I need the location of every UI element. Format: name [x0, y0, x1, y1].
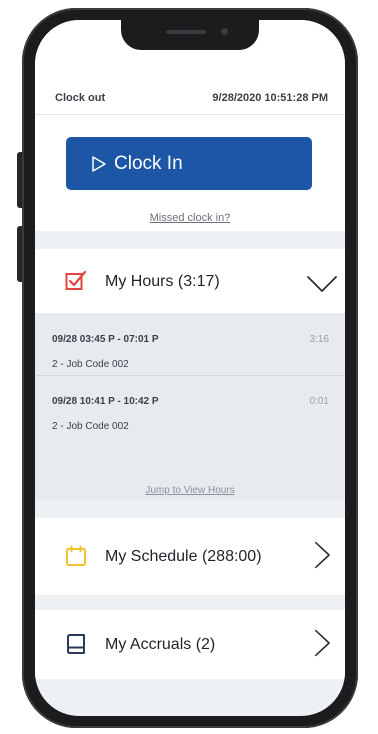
chevron-right-icon[interactable]	[307, 628, 337, 658]
divider	[35, 375, 345, 376]
chevron-right-icon[interactable]	[307, 540, 337, 570]
app-screen: Clock out 9/28/2020 10:51:28 PM Clock In…	[35, 20, 345, 716]
phone-frame: Clock out 9/28/2020 10:51:28 PM Clock In…	[22, 8, 358, 728]
entry-job-code: 2 - Job Code 002	[52, 359, 129, 370]
my-hours-title: My Hours (3:17)	[105, 273, 220, 290]
clock-in-label: Clock In	[114, 152, 183, 174]
divider	[35, 114, 345, 115]
speaker	[166, 30, 206, 34]
my-accruals-title: My Accruals (2)	[105, 636, 216, 653]
checkbox-icon	[65, 270, 87, 290]
chevron-down-icon[interactable]	[305, 268, 339, 298]
entry-job-code: 2 - Job Code 002	[52, 421, 129, 432]
current-datetime: 9/28/2020 10:51:28 PM	[212, 92, 328, 104]
jump-to-view-hours-link[interactable]: Jump to View Hours	[35, 485, 345, 496]
my-schedule-row[interactable]: My Schedule (288:00)	[35, 518, 345, 595]
list-item[interactable]: 09/28 10:41 P - 10:42 P 2 - Job Code 002…	[35, 377, 345, 437]
my-schedule-title: My Schedule (288:00)	[105, 548, 262, 565]
status-row: Clock out 9/28/2020 10:51:28 PM	[55, 90, 328, 106]
clock-status-label: Clock out	[55, 92, 106, 104]
my-hours-header[interactable]: My Hours (3:17)	[35, 249, 345, 313]
clock-in-button[interactable]: Clock In	[66, 137, 312, 190]
book-icon	[67, 634, 85, 654]
hours-entries: 09/28 03:45 P - 07:01 P 2 - Job Code 002…	[35, 313, 345, 501]
front-camera	[221, 28, 228, 35]
entry-time-range: 09/28 03:45 P - 07:01 P	[52, 334, 159, 345]
play-outline-icon	[92, 155, 106, 172]
clock-panel: Clock out 9/28/2020 10:51:28 PM Clock In…	[35, 20, 345, 231]
device-mockup: Clock out 9/28/2020 10:51:28 PM Clock In…	[0, 0, 378, 734]
calendar-icon	[66, 545, 86, 566]
entry-duration: 3:16	[309, 334, 329, 345]
notch	[121, 20, 259, 50]
missed-clock-in-link[interactable]: Missed clock in?	[35, 212, 345, 224]
my-accruals-row[interactable]: My Accruals (2)	[35, 610, 345, 679]
list-item[interactable]: 09/28 03:45 P - 07:01 P 2 - Job Code 002…	[35, 313, 345, 373]
entry-duration: 0:01	[309, 396, 329, 407]
entry-time-range: 09/28 10:41 P - 10:42 P	[52, 396, 159, 407]
